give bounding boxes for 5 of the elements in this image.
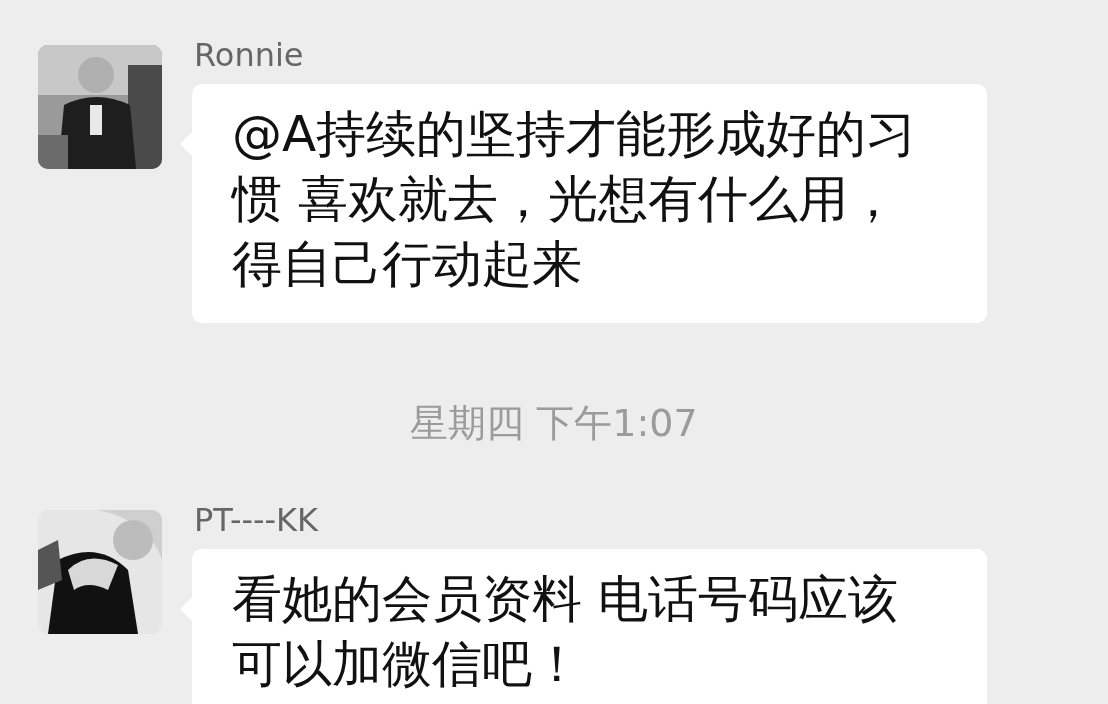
- message-bubble: @A持续的坚持才能形成好的习惯 喜欢就去，光想有什么用，得自己行动起来: [192, 84, 987, 323]
- message-bubble: 看她的会员资料 电话号码应该可以加微信吧！: [192, 549, 987, 704]
- sender-name: Ronnie: [193, 38, 304, 72]
- timestamp: 星期四 下午1:07: [410, 401, 698, 445]
- sender-name: PT----KK: [193, 503, 319, 537]
